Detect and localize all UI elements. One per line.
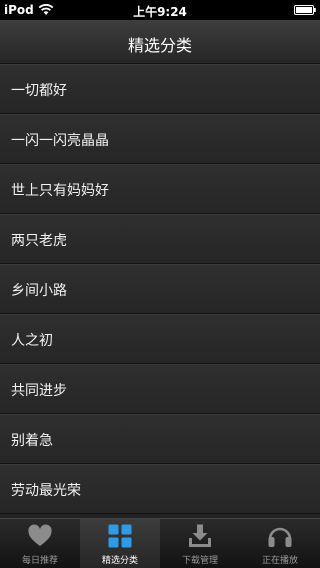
list-item-label: 别着急 xyxy=(11,433,53,449)
list-item[interactable]: 别着急 xyxy=(0,414,320,464)
list-item[interactable]: 一闪一闪亮晶晶 xyxy=(0,114,320,164)
list-item[interactable]: 乡间小路 xyxy=(0,264,320,314)
list-item-label: 人之初 xyxy=(11,333,53,349)
tab-download-manager[interactable]: 下载管理 xyxy=(160,519,240,568)
list-item-label: 一闪一闪亮晶晶 xyxy=(11,133,109,149)
list-item-label: 一切都好 xyxy=(11,83,67,99)
tab-featured-categories[interactable]: 精选分类 xyxy=(80,519,160,568)
app-screen: iPod 上午9:24 精选分类 一切都好 一闪一闪亮晶晶 世上只有妈妈好 两只… xyxy=(0,0,320,568)
list-item[interactable]: 劳动最光荣 xyxy=(0,464,320,514)
list-item[interactable]: 人之初 xyxy=(0,314,320,364)
list-item-label: 两只老虎 xyxy=(11,233,67,249)
list-item-label: 世上只有妈妈好 xyxy=(11,183,109,199)
download-icon xyxy=(189,524,211,547)
status-time: 上午9:24 xyxy=(133,5,187,19)
tab-now-playing[interactable]: 正在播放 xyxy=(240,519,320,568)
list-item[interactable]: 共同进步 xyxy=(0,364,320,414)
tab-bar: 每日推荐 精选分类 下载管理 正在播放 xyxy=(0,518,320,568)
list-item[interactable]: 世上只有妈妈好 xyxy=(0,164,320,214)
tab-daily-recommend[interactable]: 每日推荐 xyxy=(0,519,80,568)
tab-label: 每日推荐 xyxy=(21,556,58,566)
page-title: 精选分类 xyxy=(127,36,192,55)
status-bar: iPod 上午9:24 xyxy=(0,0,320,20)
tab-label: 正在播放 xyxy=(261,556,298,566)
list-item-label: 乡间小路 xyxy=(11,283,67,299)
grid-icon xyxy=(108,524,132,548)
category-list[interactable]: 一切都好 一闪一闪亮晶晶 世上只有妈妈好 两只老虎 乡间小路 人之初 共同进步 … xyxy=(0,64,320,518)
list-item-label: 共同进步 xyxy=(11,383,67,399)
list-item[interactable]: 两只老虎 xyxy=(0,214,320,264)
navigation-bar: 精选分类 xyxy=(0,20,320,64)
tab-label: 下载管理 xyxy=(181,556,218,566)
list-item[interactable]: 一切都好 xyxy=(0,64,320,114)
battery-icon xyxy=(294,5,316,15)
list-item-label: 劳动最光荣 xyxy=(11,483,81,499)
heart-icon xyxy=(28,524,52,546)
tab-label: 精选分类 xyxy=(101,556,138,566)
headphones-icon xyxy=(268,527,292,547)
